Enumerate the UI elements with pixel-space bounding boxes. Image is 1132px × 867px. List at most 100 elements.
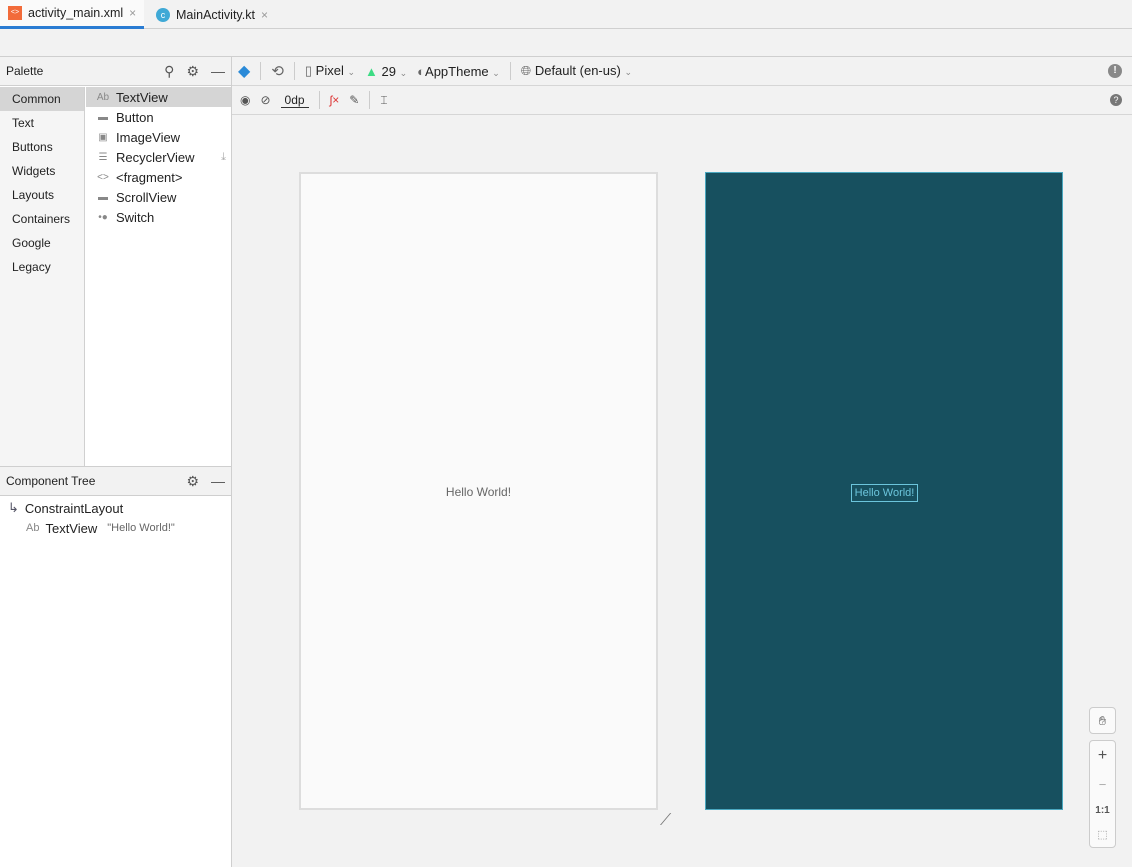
item-label: Switch: [116, 209, 155, 225]
palette-item-fragment[interactable]: <> <fragment>: [86, 167, 231, 187]
tab-label: MainActivity.kt: [176, 7, 255, 22]
separator: [369, 91, 371, 109]
warning-icon[interactable]: !: [1108, 64, 1122, 78]
list-icon: ☰: [98, 151, 108, 163]
tree-node-constraintlayout[interactable]: ↳ ConstraintLayout: [0, 498, 231, 518]
separator: [293, 62, 295, 80]
scrollview-icon: ▬: [98, 191, 108, 203]
resize-handle[interactable]: ⟋: [660, 812, 671, 830]
xml-file-icon: <>: [8, 6, 22, 20]
category-layouts[interactable]: Layouts: [0, 183, 84, 207]
item-label: RecyclerView: [116, 149, 195, 165]
tab-main-activity[interactable]: c MainActivity.kt ×: [148, 0, 276, 29]
guidelines-icon[interactable]: ⌶: [380, 93, 387, 108]
tab-activity-main[interactable]: <> activity_main.xml ×: [0, 0, 145, 29]
item-label: <fragment>: [116, 169, 183, 185]
palette-item-scrollview[interactable]: ▬ ScrollView: [86, 187, 231, 207]
autoconnect-icon[interactable]: ⊘: [260, 93, 270, 107]
device-label: Pixel: [315, 63, 344, 78]
clear-constraints-icon[interactable]: ʃ×: [330, 93, 340, 107]
fit-screen-icon[interactable]: ⬚: [1090, 828, 1115, 841]
separator: [260, 62, 262, 80]
item-label: Button: [116, 109, 154, 125]
palette-header: Palette ⚲ ⚙ —: [0, 57, 231, 86]
tab-label: activity_main.xml: [28, 6, 124, 20]
close-icon[interactable]: ×: [261, 8, 268, 22]
download-icon[interactable]: ⤓: [221, 151, 226, 164]
theme-selector[interactable]: ◐AppTheme ⌄: [417, 64, 500, 79]
gear-icon[interactable]: ⚙: [186, 473, 199, 490]
palette-panel: Palette ⚲ ⚙ — Common Text Buttons Widget…: [0, 57, 232, 466]
gear-icon[interactable]: ⚙: [186, 63, 199, 80]
zoom-out-button[interactable]: −: [1090, 777, 1115, 792]
category-buttons[interactable]: Buttons: [0, 135, 84, 159]
switch-icon: •●: [98, 211, 108, 223]
close-icon[interactable]: ×: [129, 6, 136, 20]
phone-icon: ▯: [304, 63, 313, 78]
item-label: ImageView: [116, 129, 181, 145]
zoom-controls: + − 1:1 ⬚: [1089, 740, 1116, 848]
constraint-toolbar: ◉ ⊘ 0dp ʃ× ✎ ⌶ ?: [232, 86, 1132, 115]
separator: [318, 91, 320, 109]
component-tree-title: Component Tree: [6, 474, 96, 488]
api-selector[interactable]: ▲ 29 ⌄: [365, 64, 407, 79]
textview-icon: Ab: [96, 91, 110, 103]
secondary-toolbar: [0, 29, 1132, 57]
item-label: ScrollView: [116, 189, 177, 205]
api-label: 29: [381, 63, 396, 79]
separator: [509, 62, 511, 80]
pan-button[interactable]: ✋︎: [1089, 707, 1116, 734]
node-text: "Hello World!": [107, 522, 175, 534]
palette-item-imageview[interactable]: ▣ ImageView: [86, 127, 231, 147]
blueprint-surface[interactable]: Hello World!: [705, 172, 1063, 810]
node-label: ConstraintLayout: [24, 500, 124, 516]
category-text[interactable]: Text: [0, 111, 84, 135]
component-tree-panel: Component Tree ⚙ — ↳ ConstraintLayout Ab T…: [0, 466, 232, 867]
eye-icon[interactable]: ◉: [240, 93, 250, 107]
locale-label: Default (en-us): [534, 63, 621, 78]
category-common[interactable]: Common: [0, 87, 84, 111]
hello-world-blueprint[interactable]: Hello World!: [851, 484, 918, 502]
device-selector[interactable]: ▯ Pixel ⌄: [305, 63, 355, 79]
category-containers[interactable]: Containers: [0, 207, 84, 231]
hello-world-textview[interactable]: Hello World!: [301, 485, 656, 499]
item-label: TextView: [116, 89, 168, 105]
design-surface[interactable]: Hello World!: [299, 172, 658, 810]
category-widgets[interactable]: Widgets: [0, 159, 84, 183]
component-tree-header: Component Tree ⚙ —: [0, 467, 231, 496]
minimize-icon[interactable]: —: [211, 473, 225, 489]
layout-toolbar: ◆ ⟲ ▯ Pixel ⌄ ▲ 29 ⌄ ◐AppTheme ⌄ 🌐︎ Defa…: [232, 57, 1132, 86]
code-icon: <>: [97, 171, 109, 183]
palette-title: Palette: [6, 64, 44, 78]
chevron-down-icon: ⌄: [492, 67, 500, 78]
locale-selector[interactable]: 🌐︎ Default (en-us) ⌄: [521, 63, 632, 79]
default-margin-field[interactable]: 0dp: [280, 93, 309, 108]
kotlin-class-icon: c: [156, 7, 170, 22]
button-icon: ▬: [98, 111, 108, 123]
category-google[interactable]: Google: [0, 231, 84, 255]
chevron-down-icon: ⌄: [347, 67, 356, 77]
minimize-icon[interactable]: —: [211, 63, 225, 79]
chevron-down-icon: ⌄: [399, 67, 408, 78]
palette-item-switch[interactable]: •● Switch: [86, 207, 231, 227]
palette-item-button[interactable]: ▬ Button: [86, 107, 231, 127]
image-icon: ▣: [98, 131, 108, 143]
globe-icon: 🌐︎: [520, 63, 532, 78]
search-icon[interactable]: ⚲: [164, 63, 174, 80]
android-icon: ▲: [365, 63, 378, 79]
theme-icon: ◐: [417, 63, 426, 79]
editor-tabs: <> activity_main.xml × c MainActivity.kt…: [0, 0, 1132, 29]
zoom-in-button[interactable]: +: [1090, 747, 1115, 765]
theme-label: AppTheme: [425, 63, 489, 79]
node-label: TextView: [45, 520, 98, 536]
palette-item-recyclerview[interactable]: ☰ RecyclerView ⤓: [86, 147, 231, 167]
infer-constraints-icon[interactable]: ✎: [349, 93, 359, 107]
actual-size-button[interactable]: 1:1: [1090, 805, 1115, 816]
category-legacy[interactable]: Legacy: [0, 255, 84, 279]
orientation-icon[interactable]: ⟲: [271, 62, 284, 80]
palette-item-textview[interactable]: Ab TextView: [86, 87, 231, 107]
help-icon[interactable]: ?: [1110, 94, 1122, 106]
design-surface-icon[interactable]: ◆: [238, 61, 250, 81]
textview-icon: Ab: [26, 522, 40, 534]
tree-node-textview[interactable]: Ab TextView "Hello World!": [0, 518, 231, 538]
